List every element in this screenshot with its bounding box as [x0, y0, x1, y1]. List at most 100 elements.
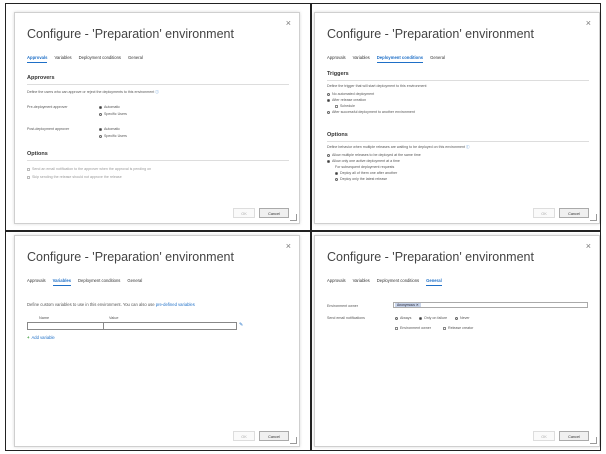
radio-icon	[327, 110, 330, 114]
checkbox-icon	[27, 167, 30, 171]
checkbox-icon	[27, 175, 30, 179]
tab-variables[interactable]: Variables	[52, 278, 72, 286]
tab-approvals[interactable]: Approvals	[27, 278, 46, 286]
ok-button[interactable]: OK	[533, 431, 555, 441]
email-radio-only-failure[interactable]: Only on failure	[419, 316, 447, 320]
tab-variables[interactable]: Variables	[54, 55, 71, 63]
radio-icon	[335, 177, 338, 181]
option-radio-deploy-all[interactable]: Deploy all of them one after another	[335, 171, 397, 175]
pre-approver-label: Pre-deployment approver	[27, 105, 68, 109]
cancel-button[interactable]: Cancel	[559, 431, 589, 441]
close-icon[interactable]: ×	[586, 241, 591, 251]
cancel-button[interactable]: Cancel	[559, 208, 589, 218]
resize-grip-icon[interactable]	[590, 437, 597, 444]
trigger-radio-after-env[interactable]: After successful deployment to another e…	[327, 110, 415, 114]
schedule-checkbox[interactable]: Schedule	[335, 104, 355, 108]
section-options: Options	[327, 132, 348, 138]
info-icon[interactable]: ⓘ	[155, 90, 159, 94]
divider	[27, 84, 289, 85]
column-header-name: Name	[39, 316, 50, 320]
radio-icon	[419, 316, 422, 320]
tab-variables[interactable]: Variables	[353, 55, 370, 63]
resize-grip-icon[interactable]	[290, 214, 297, 221]
tab-variables[interactable]: Variables	[353, 278, 370, 286]
ok-button[interactable]: OK	[533, 208, 555, 218]
dialog-general: × Configure - 'Preparation' environment …	[314, 235, 600, 447]
section-approvers: Approvers	[27, 75, 55, 81]
predefined-variables-link[interactable]: pre-defined variables	[156, 302, 195, 307]
divider	[327, 80, 589, 81]
radio-icon	[99, 112, 102, 116]
tab-bar: Approvals Variables Deployment condition…	[27, 55, 143, 63]
resize-grip-icon[interactable]	[590, 214, 597, 221]
pre-radio-specific[interactable]: Specific Users	[99, 112, 127, 116]
info-icon[interactable]: ⓘ	[466, 145, 470, 149]
notify-env-owner-checkbox[interactable]: Environment owner	[395, 326, 431, 330]
tab-deployment-conditions[interactable]: Deployment conditions	[79, 55, 121, 63]
add-variable-label: Add variable	[31, 335, 55, 340]
grid-divider-horizontal	[6, 230, 600, 232]
add-variable-button[interactable]: + Add variable	[27, 335, 55, 340]
radio-icon	[99, 105, 102, 109]
tab-bar: Approvals Variables Deployment condition…	[327, 278, 442, 286]
variables-header: Name Value	[27, 316, 237, 320]
grid-divider-vertical	[310, 4, 312, 450]
approvers-intro: Define the users who can approve or reje…	[27, 90, 155, 94]
pre-radio-automatic[interactable]: Automatic	[99, 105, 120, 109]
tab-general[interactable]: General	[426, 278, 442, 286]
ok-button[interactable]: OK	[233, 431, 255, 441]
tab-approvals[interactable]: Approvals	[327, 278, 346, 286]
radio-icon	[455, 316, 458, 320]
email-radio-always[interactable]: Always	[395, 316, 411, 320]
post-approver-label: Post-deployment approver	[27, 127, 70, 131]
ok-button[interactable]: OK	[233, 208, 255, 218]
trigger-radio-after-release[interactable]: After release creation	[327, 98, 366, 102]
section-options: Options	[27, 151, 48, 157]
radio-icon	[99, 127, 102, 131]
post-radio-automatic[interactable]: Automatic	[99, 127, 120, 131]
tab-approvals[interactable]: Approvals	[27, 55, 48, 63]
tab-deployment-conditions[interactable]: Deployment conditions	[78, 278, 120, 286]
radio-icon	[327, 92, 330, 96]
column-header-value: Value	[109, 316, 119, 320]
dialog-deployment-conditions: × Configure - 'Preparation' environment …	[314, 12, 600, 224]
tab-general[interactable]: General	[430, 55, 445, 63]
close-icon[interactable]: ×	[586, 18, 591, 28]
tab-bar: Approvals Variables Deployment condition…	[27, 278, 142, 286]
cancel-button[interactable]: Cancel	[259, 431, 289, 441]
option-skip-checkbox[interactable]: Skip sending the release should not appr…	[27, 175, 122, 179]
edit-pencil-icon[interactable]: ✎	[239, 322, 243, 328]
variables-intro: Define custom variables to use in this e…	[27, 302, 155, 307]
radio-icon	[99, 134, 102, 138]
cancel-button[interactable]: Cancel	[259, 208, 289, 218]
tab-bar: Approvals Variables Deployment condition…	[327, 55, 445, 63]
tab-deployment-conditions[interactable]: Deployment conditions	[376, 55, 424, 63]
environment-owner-label: Environment owner	[327, 304, 358, 308]
option-radio-deploy-latest[interactable]: Deploy only the latest release	[335, 177, 387, 181]
email-radio-never[interactable]: Never	[455, 316, 470, 320]
radio-icon	[327, 153, 330, 157]
tab-deployment-conditions[interactable]: Deployment conditions	[377, 278, 419, 286]
close-icon[interactable]: ×	[286, 241, 291, 251]
variable-value-input[interactable]	[104, 323, 236, 329]
resize-grip-icon[interactable]	[290, 437, 297, 444]
option-email-checkbox[interactable]: Send an email notification to the approv…	[27, 167, 151, 171]
dialog-title: Configure - 'Preparation' environment	[327, 27, 534, 41]
radio-icon	[395, 316, 398, 320]
environment-owner-input[interactable]	[393, 302, 588, 308]
tab-general[interactable]: General	[127, 278, 142, 286]
checkbox-icon	[395, 326, 398, 330]
post-radio-specific[interactable]: Specific Users	[99, 134, 127, 138]
notify-release-creator-checkbox[interactable]: Release creator	[443, 326, 473, 330]
radio-icon	[327, 159, 330, 163]
divider	[327, 141, 589, 142]
tab-general[interactable]: General	[128, 55, 143, 63]
tab-approvals[interactable]: Approvals	[327, 55, 346, 63]
trigger-radio-none[interactable]: No automated deployment	[327, 92, 374, 96]
section-triggers: Triggers	[327, 71, 349, 77]
option-radio-one-active[interactable]: Allow only one active deployment at a ti…	[327, 159, 400, 163]
variable-name-input[interactable]	[28, 323, 104, 329]
close-icon[interactable]: ×	[286, 18, 291, 28]
option-radio-multiple[interactable]: Allow multiple releases to be deployed a…	[327, 153, 421, 157]
owner-chip[interactable]: Anonymous ✕	[395, 303, 421, 307]
